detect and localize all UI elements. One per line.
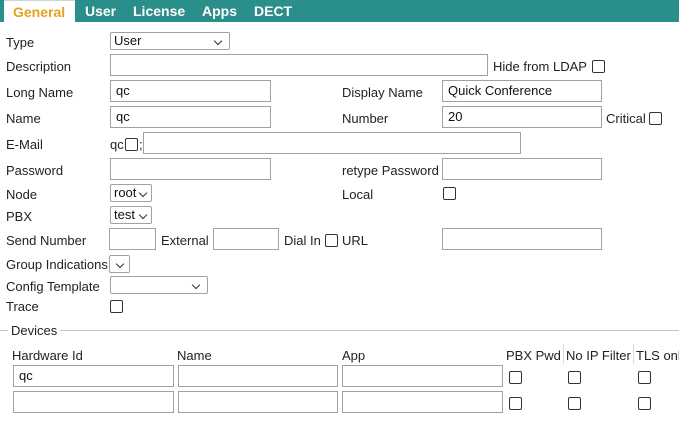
retype-password-input[interactable] — [442, 158, 602, 180]
header-separator — [633, 344, 634, 364]
local-label: Local — [342, 187, 374, 202]
dial-in-checkbox[interactable] — [325, 234, 338, 247]
trace-checkbox[interactable] — [110, 300, 123, 313]
display-name-label: Display Name — [342, 85, 423, 100]
header-no-ip-filter: No IP Filter — [566, 348, 631, 363]
type-label: Type — [6, 35, 35, 50]
tab-general[interactable]: General — [4, 0, 75, 22]
retype-password-label: retype Password — [342, 163, 439, 178]
long-name-input[interactable]: qc — [110, 80, 271, 102]
chevron-down-icon — [213, 36, 223, 46]
chevron-down-icon — [138, 210, 148, 220]
device-name-input[interactable] — [178, 391, 338, 413]
group-indications-select[interactable] — [109, 255, 130, 273]
config-template-select[interactable] — [110, 276, 208, 294]
send-number-label: Send Number — [6, 233, 87, 248]
name-input[interactable]: qc — [110, 106, 271, 128]
node-select-value: root — [114, 185, 137, 200]
description-input[interactable] — [110, 54, 488, 76]
header-tls-only: TLS onl — [636, 348, 679, 363]
config-template-label: Config Template — [6, 279, 100, 294]
trace-label: Trace — [6, 299, 39, 314]
hardware-id-input[interactable] — [13, 391, 174, 413]
display-name-input[interactable]: Quick Conference — [442, 80, 602, 102]
local-checkbox[interactable] — [443, 187, 456, 200]
critical-checkbox[interactable] — [649, 112, 662, 125]
pbx-pwd-checkbox[interactable] — [509, 371, 522, 384]
email-label: E-Mail — [6, 137, 43, 152]
device-app-input[interactable] — [342, 365, 503, 387]
type-select[interactable]: User — [110, 32, 230, 50]
chevron-down-icon — [138, 188, 148, 198]
devices-divider — [0, 330, 679, 331]
tls-only-checkbox[interactable] — [638, 397, 651, 410]
header-pbx-pwd: PBX Pwd — [506, 348, 561, 363]
header-name: Name — [177, 348, 212, 363]
tab-bar: General User License Apps DECT — [0, 0, 679, 22]
pbx-select-value: test — [114, 207, 135, 222]
no-ip-filter-checkbox[interactable] — [568, 397, 581, 410]
hide-ldap-checkbox[interactable] — [592, 60, 605, 73]
tab-user[interactable]: User — [85, 0, 116, 22]
url-input[interactable] — [442, 228, 602, 250]
header-separator — [563, 344, 564, 364]
tls-only-checkbox[interactable] — [638, 371, 651, 384]
url-label: URL — [342, 233, 369, 248]
hide-ldap-label: Hide from LDAP — [493, 59, 587, 74]
name-label: Name — [6, 111, 41, 126]
chevron-down-icon — [115, 259, 125, 269]
device-app-input[interactable] — [342, 391, 503, 413]
header-hardware-id: Hardware Id — [12, 348, 83, 363]
header-app: App — [342, 348, 366, 363]
chevron-down-icon — [191, 280, 201, 290]
type-select-value: User — [114, 33, 142, 48]
node-select[interactable]: root — [110, 184, 152, 202]
hardware-id-input[interactable]: qc — [13, 365, 174, 387]
pbx-select[interactable]: test — [110, 206, 152, 224]
tab-apps[interactable]: Apps — [202, 0, 237, 22]
group-indications-label: Group Indications — [6, 257, 108, 272]
number-label: Number — [342, 111, 389, 126]
long-name-label: Long Name — [6, 85, 74, 100]
dial-in-label: Dial In — [284, 233, 321, 248]
node-label: Node — [6, 187, 38, 202]
external-input[interactable] — [213, 228, 279, 250]
number-input[interactable]: 20 — [442, 106, 602, 128]
password-label: Password — [6, 163, 64, 178]
email-checkbox[interactable] — [125, 138, 138, 151]
send-number-input[interactable] — [109, 228, 156, 250]
external-label: External — [161, 233, 209, 248]
tab-dect[interactable]: DECT — [254, 0, 292, 22]
critical-label: Critical — [606, 111, 646, 126]
pbx-label: PBX — [6, 209, 33, 224]
device-name-input[interactable] — [178, 365, 338, 387]
no-ip-filter-checkbox[interactable] — [568, 371, 581, 384]
email-input[interactable] — [143, 132, 521, 154]
email-prefix: qc — [110, 137, 124, 152]
pbx-pwd-checkbox[interactable] — [509, 397, 522, 410]
description-label: Description — [6, 59, 72, 74]
tab-license[interactable]: License — [133, 0, 185, 22]
devices-title: Devices — [8, 323, 61, 338]
password-input[interactable] — [110, 158, 271, 180]
